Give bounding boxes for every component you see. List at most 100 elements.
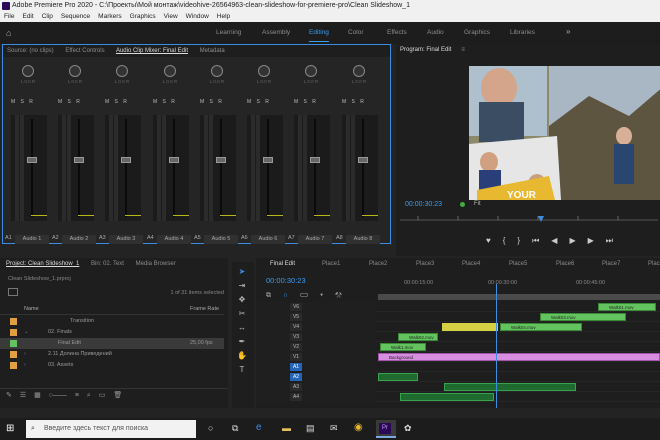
workspace-graphics[interactable]: Graphics	[464, 22, 490, 44]
wrench-icon[interactable]: ⚒	[335, 292, 342, 299]
new-bin-footer-icon[interactable]: ▭	[99, 392, 106, 399]
type-tool-icon[interactable]: T	[235, 364, 249, 376]
tab-metadata[interactable]: Metadata	[200, 48, 225, 54]
workspace-learning[interactable]: Learning	[216, 22, 241, 44]
hand-tool-icon[interactable]: ✋	[235, 350, 249, 362]
track-label[interactable]: V2	[290, 343, 302, 351]
mute-solo-record[interactable]: M S R	[105, 99, 129, 105]
pan-knob[interactable]	[258, 65, 270, 77]
tab-final-edit[interactable]: Final Edit	[270, 258, 295, 270]
tab-place3[interactable]: Place3	[416, 258, 434, 270]
premiere-taskbar-icon[interactable]: Pr	[376, 420, 396, 438]
program-scrub-bar[interactable]	[398, 210, 660, 224]
expand-chevron-icon[interactable]: ›	[24, 349, 26, 360]
mark-out-icon[interactable]: }	[517, 236, 520, 248]
tab-place2[interactable]: Place2	[369, 258, 387, 270]
menu-help[interactable]: Help	[217, 12, 230, 22]
app-icon[interactable]: ✿	[404, 423, 412, 434]
track-label[interactable]: A3	[290, 383, 302, 391]
column-name[interactable]: Name	[24, 304, 39, 315]
clip-walk01[interactable]: Walk01.mov	[598, 303, 656, 311]
volume-fader[interactable]	[358, 157, 368, 163]
volume-fader[interactable]	[27, 157, 37, 163]
menu-edit[interactable]: Edit	[22, 12, 33, 22]
windows-start-icon[interactable]: ⊞	[6, 423, 14, 434]
volume-fader[interactable]	[216, 157, 226, 163]
home-icon[interactable]: ⌂	[6, 28, 11, 38]
expand-chevron-icon[interactable]: ⌄	[24, 327, 29, 338]
tab-place4[interactable]: Place4	[462, 258, 480, 270]
tab-place5[interactable]: Place5	[509, 258, 527, 270]
tab-place1[interactable]: Place1	[322, 258, 340, 270]
volume-fader[interactable]	[121, 157, 131, 163]
track-label[interactable]: V1	[290, 353, 302, 361]
new-bin-icon[interactable]	[8, 288, 18, 296]
pan-knob[interactable]	[116, 65, 128, 77]
mute-solo-record[interactable]: M S R	[58, 99, 82, 105]
clip-walk04[interactable]: Walk04.mov	[500, 323, 582, 331]
track-label[interactable]: V5	[290, 313, 302, 321]
track-label[interactable]: A4	[290, 393, 302, 401]
project-item[interactable]: › 2.11 Долина Приведений	[0, 349, 224, 360]
tab-place6[interactable]: Place6	[556, 258, 574, 270]
store-icon[interactable]: ▤	[306, 423, 315, 434]
clip-background[interactable]: Background	[378, 353, 660, 361]
timeline-timecode[interactable]: 00:00:30:23	[266, 276, 306, 285]
pan-knob[interactable]	[22, 65, 34, 77]
zoom-slider[interactable]: ○——	[49, 392, 67, 399]
play-icon[interactable]: ▶	[569, 236, 575, 248]
pan-knob[interactable]	[164, 65, 176, 77]
track-label[interactable]: A1	[290, 363, 302, 371]
track-label[interactable]: A2	[290, 373, 302, 381]
workspace-editing[interactable]: Editing	[309, 22, 329, 44]
menu-graphics[interactable]: Graphics	[130, 12, 156, 22]
trash-icon[interactable]: 🗑	[113, 392, 122, 399]
panel-menu-icon[interactable]: ≡	[461, 47, 465, 53]
selection-tool-icon[interactable]: ➤	[235, 266, 249, 278]
slip-tool-icon[interactable]: ↔	[235, 322, 249, 334]
file-explorer-icon[interactable]: ▬	[282, 423, 291, 433]
pan-knob[interactable]	[69, 65, 81, 77]
list-view-icon[interactable]: ☰	[20, 392, 26, 399]
menu-markers[interactable]: Markers	[98, 12, 121, 22]
clip-walk03[interactable]: Walk03.mov	[540, 313, 626, 321]
audio-clip[interactable]	[378, 373, 418, 381]
frame-back-icon[interactable]: ◀	[551, 236, 557, 248]
mark-in-icon[interactable]: {	[503, 236, 506, 248]
icon-view-icon[interactable]: ▦	[34, 392, 41, 399]
razor-tool-icon[interactable]: ✂	[235, 308, 249, 320]
pan-knob[interactable]	[353, 65, 365, 77]
track-label[interactable]: V3	[290, 333, 302, 341]
workspace-libraries[interactable]: Libraries	[510, 22, 535, 44]
menu-sequence[interactable]: Sequence	[61, 12, 90, 22]
tab-effect-controls[interactable]: Effect Controls	[65, 48, 104, 54]
mute-solo-record[interactable]: M S R	[153, 99, 177, 105]
clip-walk02[interactable]: Walk02.mov	[398, 333, 438, 341]
nest-icon[interactable]: ⧉	[266, 292, 271, 299]
tab-bin-text[interactable]: Bin: 02. Text	[91, 261, 124, 267]
tab-media-browser[interactable]: Media Browser	[136, 261, 176, 267]
track-label[interactable]: V6	[290, 303, 302, 311]
mute-solo-record[interactable]: M S R	[342, 99, 366, 105]
mail-icon[interactable]: ✉	[330, 423, 338, 434]
tab-source[interactable]: Source: (no clips)	[7, 48, 54, 54]
task-view-icon[interactable]: ⧉	[232, 423, 238, 434]
taskbar-search[interactable]: ⌕ Введите здесь текст для поиска	[26, 420, 196, 438]
workspace-effects[interactable]: Effects	[387, 22, 407, 44]
pen-tool-icon[interactable]: ✒	[235, 336, 249, 348]
volume-fader[interactable]	[169, 157, 179, 163]
menu-window[interactable]: Window	[186, 12, 209, 22]
expand-chevron-icon[interactable]: ›	[24, 360, 26, 371]
edge-icon[interactable]: e	[256, 422, 262, 433]
clip-yellow[interactable]	[442, 323, 498, 331]
tab-place8[interactable]: Place8	[648, 258, 660, 270]
workspace-audio[interactable]: Audio	[427, 22, 444, 44]
tab-place7[interactable]: Place7	[602, 258, 620, 270]
menu-clip[interactable]: Clip	[42, 12, 53, 22]
ripple-edit-tool-icon[interactable]: ✥	[235, 294, 249, 306]
mute-solo-record[interactable]: M S R	[11, 99, 35, 105]
step-forward-icon[interactable]: ⏭	[606, 236, 613, 248]
linked-selection-icon[interactable]: ⊂⊃	[300, 292, 308, 299]
tab-audio-clip-mixer[interactable]: Audio Clip Mixer: Final Edit	[116, 48, 188, 54]
more-workspaces-icon[interactable]: »	[566, 27, 570, 36]
